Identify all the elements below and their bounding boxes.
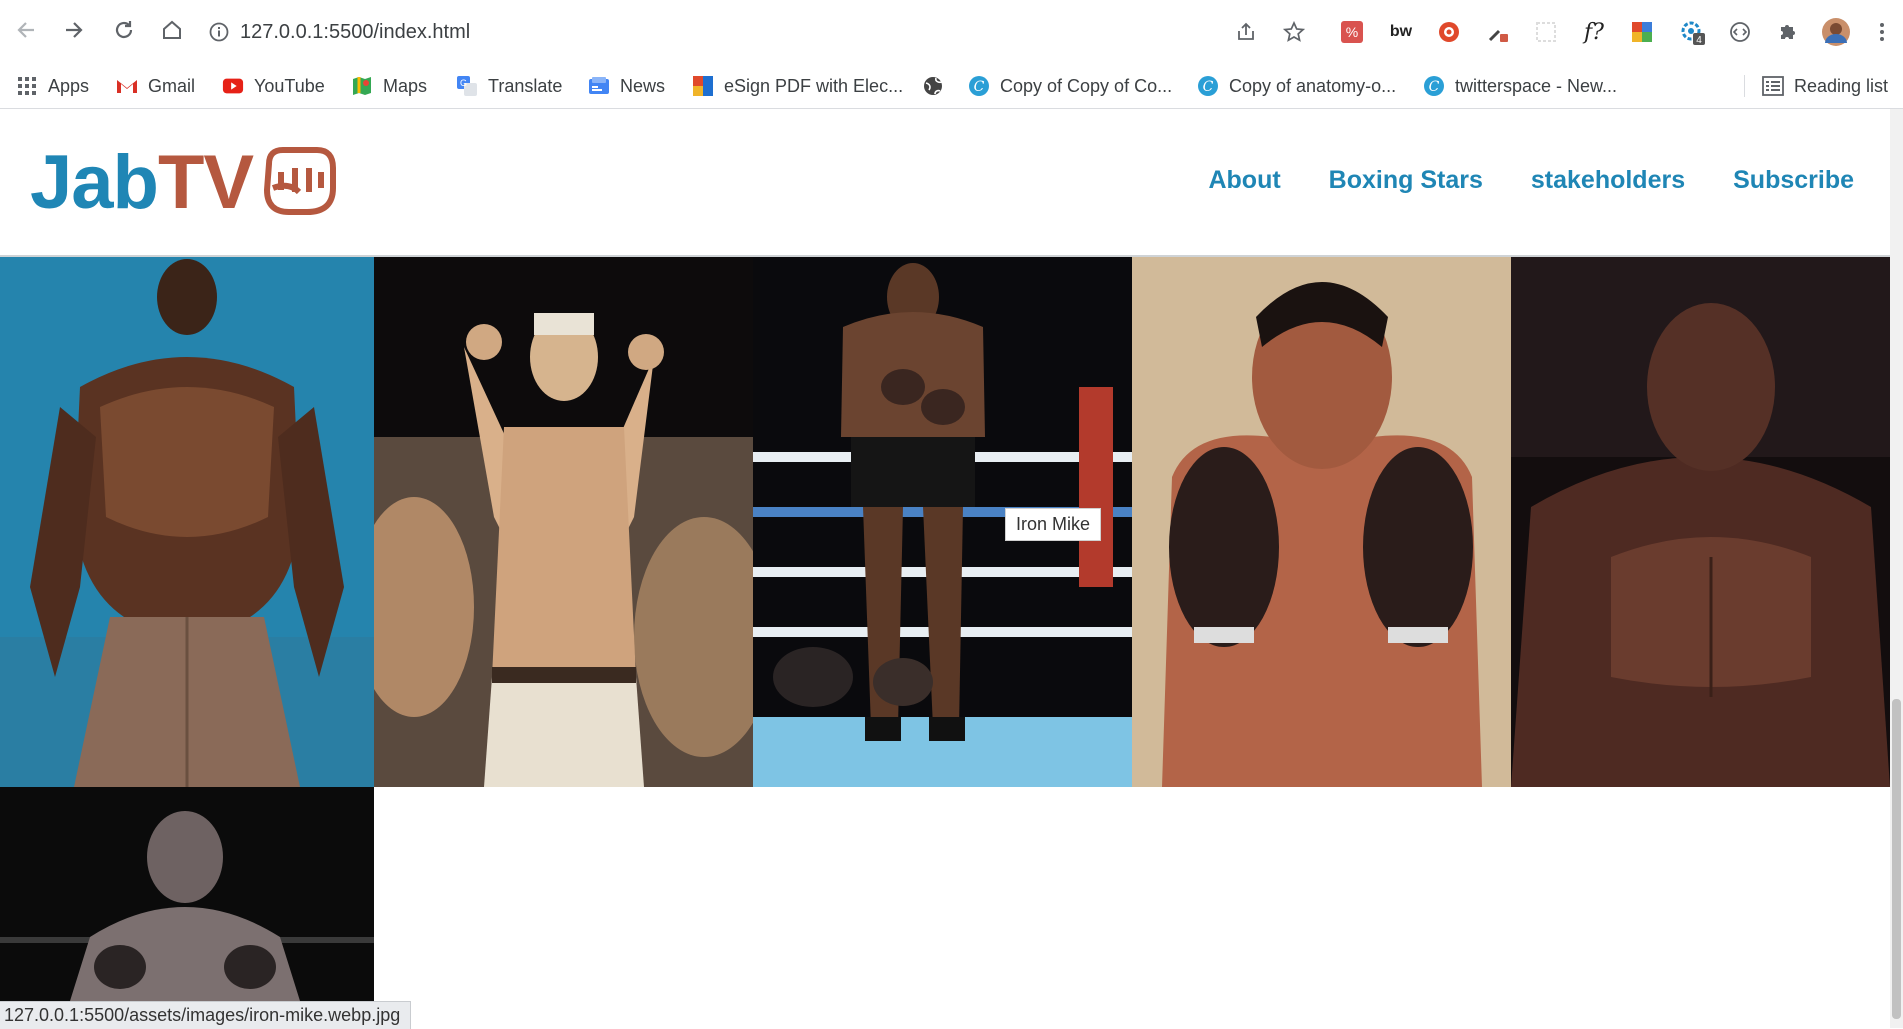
reading-list-label: Reading list [1794, 75, 1889, 96]
home-icon [163, 20, 181, 39]
page-scrollbar[interactable] [1890, 109, 1903, 1028]
forward-button[interactable] [58, 14, 90, 46]
bookmarks-divider [1744, 75, 1745, 97]
bookmark-canva-3[interactable]: C twitterspace - New... [1423, 74, 1617, 98]
site-header: Jab TV About Boxing Stars stakeholders S… [0, 109, 1890, 257]
reading-list-button[interactable]: Reading list [1762, 74, 1888, 98]
bookmark-esign[interactable]: eSign PDF with Elec... [692, 74, 903, 98]
nav-subscribe[interactable]: Subscribe [1733, 166, 1854, 195]
extension-badge: 4 [1696, 35, 1702, 45]
bookmark-star-icon[interactable] [1278, 14, 1310, 50]
bw-extension-icon[interactable]: bw [1385, 14, 1417, 50]
bookmark-youtube[interactable]: YouTube [222, 74, 325, 98]
gear-extension-icon[interactable]: 4 [1676, 14, 1708, 50]
globe-icon [922, 75, 944, 97]
boxer-photo-1[interactable] [0, 257, 374, 787]
bookmark-label: Gmail [148, 75, 196, 96]
boxer-photo-5[interactable] [1511, 257, 1890, 787]
youtube-icon [222, 75, 244, 97]
bookmark-label: Copy of anatomy-o... [1229, 75, 1397, 96]
bookmark-label: Apps [48, 75, 90, 96]
bookmark-label: Maps [383, 75, 428, 96]
news-icon [588, 75, 610, 97]
site-logo[interactable]: Jab TV [30, 137, 339, 227]
logo-jab-text: Jab [30, 139, 159, 225]
reload-icon [115, 21, 133, 39]
bookmark-canva-2[interactable]: C Copy of anatomy-o... [1197, 74, 1396, 98]
bookmark-canva-1[interactable]: C Copy of Copy of Co... [968, 74, 1172, 98]
logo-tv-text: TV [157, 139, 254, 225]
svg-text:C: C [1429, 79, 1440, 95]
percent-extension-icon[interactable]: % [1336, 14, 1368, 50]
apps-grid-icon [16, 75, 38, 97]
reload-button[interactable] [108, 14, 140, 46]
bookmark-apps[interactable]: Apps [16, 74, 89, 98]
status-bar-url: 127.0.0.1:5500/assets/images/iron-mike.w… [0, 1001, 412, 1029]
back-button[interactable] [10, 14, 42, 46]
nav-boxing-stars[interactable]: Boxing Stars [1329, 166, 1483, 195]
nav-about[interactable]: About [1208, 166, 1280, 195]
nav-stakeholders[interactable]: stakeholders [1531, 166, 1685, 195]
bookmark-gmail[interactable]: Gmail [116, 74, 195, 98]
code-extension-icon[interactable] [1724, 14, 1756, 50]
bookmark-label: eSign PDF with Elec... [724, 75, 904, 96]
address-bar[interactable]: 127.0.0.1:5500/index.html [208, 13, 1248, 51]
home-button[interactable] [156, 14, 188, 46]
fist-icon [259, 142, 339, 223]
maps-icon [351, 75, 373, 97]
boxer-photo-4[interactable] [1132, 257, 1511, 787]
canva-icon: C [968, 75, 990, 97]
extensions-puzzle-icon[interactable] [1772, 14, 1804, 50]
svg-text:C: C [1203, 79, 1214, 95]
scrollbar-thumb[interactable] [1892, 699, 1901, 1019]
browser-toolbar: 127.0.0.1:5500/index.html % bw f? 4 [0, 0, 1903, 64]
image-tooltip: Iron Mike [1005, 508, 1102, 541]
bookmark-translate[interactable]: G Translate [456, 74, 562, 98]
svg-text:C: C [974, 79, 985, 95]
gmail-icon [116, 75, 138, 97]
bookmark-label: YouTube [254, 75, 325, 96]
bookmark-label: twitterspace - New... [1455, 75, 1618, 96]
bookmark-label: News [620, 75, 666, 96]
url-text[interactable]: 127.0.0.1:5500/index.html [240, 21, 470, 44]
boxer-photo-2[interactable] [374, 257, 753, 787]
forward-arrow-icon [66, 22, 83, 38]
bookmark-label: Copy of Copy of Co... [1000, 75, 1173, 96]
boxer-photo-6[interactable] [0, 787, 374, 1001]
esign-icon [692, 75, 714, 97]
blank-extension-icon[interactable] [1530, 14, 1562, 50]
canva-icon: C [1423, 75, 1445, 97]
eye-extension-icon[interactable] [1433, 14, 1465, 50]
reading-list-icon [1762, 75, 1784, 97]
site-info-icon[interactable] [208, 21, 230, 43]
chrome-menu-icon[interactable] [1866, 14, 1898, 50]
bookmark-label: Translate [488, 75, 563, 96]
eyedropper-extension-icon[interactable] [1482, 14, 1514, 50]
profile-avatar-icon[interactable] [1820, 14, 1852, 50]
color-palette-extension-icon[interactable] [1626, 14, 1658, 50]
extensions-bar: % bw f? 4 [1230, 14, 1903, 50]
main-nav: About Boxing Stars stakeholders Subscrib… [1208, 166, 1854, 195]
bookmark-maps[interactable]: Maps [351, 74, 427, 98]
translate-icon: G [456, 75, 478, 97]
back-arrow-icon [17, 22, 34, 38]
font-extension-icon[interactable]: f? [1578, 14, 1610, 50]
canva-icon: C [1197, 75, 1219, 97]
bookmark-news[interactable]: News [588, 74, 665, 98]
share-icon[interactable] [1230, 14, 1262, 50]
svg-text:G: G [460, 78, 467, 88]
bookmark-globe[interactable] [922, 74, 954, 98]
bookmarks-bar: Apps Gmail YouTube Maps G Translate News [0, 64, 1903, 109]
